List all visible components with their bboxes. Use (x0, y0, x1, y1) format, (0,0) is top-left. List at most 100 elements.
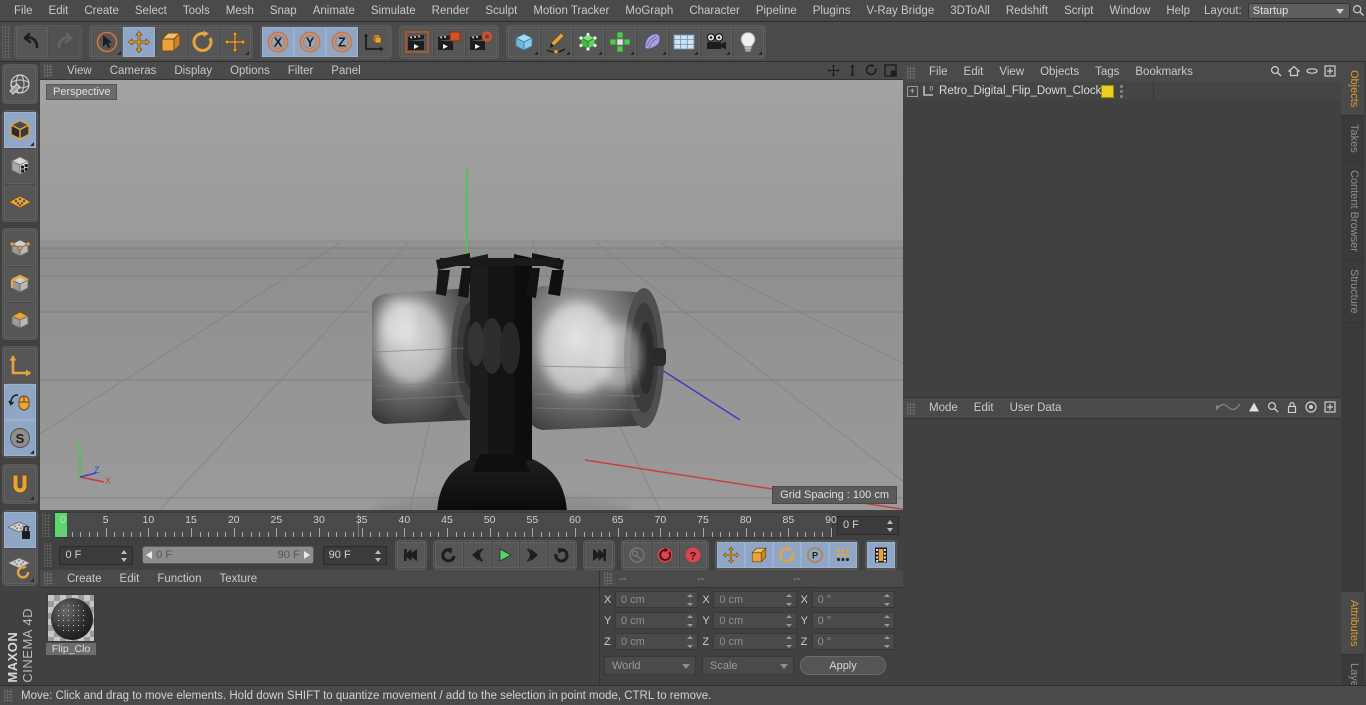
menu-item-motion-tracker[interactable]: Motion Tracker (525, 0, 617, 22)
wave-icon[interactable] (1215, 401, 1241, 416)
viewport-menu-filter[interactable]: Filter (279, 65, 323, 77)
lock-y-axis[interactable]: Y (294, 26, 326, 57)
attribute-content[interactable] (903, 418, 1341, 705)
next-frame-button[interactable] (519, 542, 547, 568)
menu-item-plugins[interactable]: Plugins (805, 0, 859, 22)
menu-item-3dtoall[interactable]: 3DToAll (942, 0, 998, 22)
range-right-arrow-icon[interactable] (303, 551, 310, 559)
material-menu-texture[interactable]: Texture (210, 573, 266, 585)
material-menu-function[interactable]: Function (148, 573, 210, 585)
layout-select[interactable]: Startup (1247, 2, 1351, 19)
viewport-menu-display[interactable]: Display (165, 65, 221, 77)
material-manager-grip[interactable] (44, 572, 53, 585)
previous-frame-button[interactable] (463, 542, 491, 568)
tab-takes[interactable]: Takes (1341, 116, 1364, 163)
tab-attributes[interactable]: Attributes (1341, 591, 1364, 655)
edges-mode-button[interactable] (4, 266, 36, 302)
add-deformer-button[interactable] (636, 26, 668, 57)
expand-icon[interactable]: + (907, 85, 918, 97)
menu-item-script[interactable]: Script (1056, 0, 1101, 22)
menu-item-simulate[interactable]: Simulate (363, 0, 424, 22)
redo-button[interactable] (48, 26, 80, 57)
spinner-icon[interactable] (883, 636, 891, 648)
viewport-menu-options[interactable]: Options (221, 65, 279, 77)
apply-button[interactable]: Apply (800, 656, 886, 675)
keyframe-selection-button[interactable]: ? (679, 542, 707, 568)
menu-item-snap[interactable]: Snap (262, 0, 305, 22)
search-icon[interactable] (1350, 0, 1366, 22)
menu-item-render[interactable]: Render (424, 0, 478, 22)
arrow-up-icon[interactable] (1248, 401, 1260, 416)
rotation-z-field[interactable]: 0 ° (811, 633, 895, 650)
size-x-field[interactable]: 0 cm (713, 591, 797, 608)
viewport-solo-button[interactable] (4, 384, 36, 420)
coordinate-mode-select[interactable]: Scale (702, 656, 794, 675)
spinner-icon[interactable] (375, 549, 382, 562)
maximize-icon[interactable] (883, 64, 897, 78)
world-object-coordinates[interactable] (358, 26, 390, 57)
material-menu-create[interactable]: Create (58, 573, 111, 585)
spinner-icon[interactable] (687, 615, 694, 627)
magnet-tool-button[interactable] (4, 466, 36, 502)
spinner-icon[interactable] (883, 615, 891, 627)
point-level-animation-button[interactable] (829, 542, 857, 568)
menu-item-create[interactable]: Create (76, 0, 127, 22)
make-editable-button[interactable] (4, 66, 36, 102)
menu-item-tools[interactable]: Tools (175, 0, 218, 22)
menu-item-animate[interactable]: Animate (305, 0, 363, 22)
viewport-menu-cameras[interactable]: Cameras (101, 65, 166, 77)
position-z-field[interactable]: 0 cm (615, 633, 699, 650)
autokeying-button[interactable] (651, 542, 679, 568)
timeline-button[interactable] (867, 542, 895, 568)
position-x-field[interactable]: 0 cm (615, 591, 699, 608)
menu-item-character[interactable]: Character (681, 0, 748, 22)
menu-item-window[interactable]: Window (1101, 0, 1158, 22)
lock-z-axis[interactable]: Z (326, 26, 358, 57)
spinner-icon[interactable] (687, 636, 694, 648)
add-spline-button[interactable] (540, 26, 572, 57)
playback-range-bar[interactable]: 0 F 90 F (142, 546, 314, 564)
rotation-y-field[interactable]: 0 ° (811, 612, 895, 629)
polygons-mode-button[interactable] (4, 302, 36, 338)
spinner-icon[interactable] (887, 519, 894, 532)
attribute-menu-mode[interactable]: Mode (921, 402, 966, 414)
plus-box-icon[interactable] (1324, 400, 1336, 416)
menu-item-vray-bridge[interactable]: V-Ray Bridge (858, 0, 942, 22)
texture-mode-button[interactable] (4, 148, 36, 184)
material-menu-edit[interactable]: Edit (111, 573, 149, 585)
spinner-icon[interactable] (883, 594, 891, 606)
play-button[interactable] (491, 542, 519, 568)
target-icon[interactable] (1305, 400, 1317, 416)
position-y-field[interactable]: 0 cm (615, 612, 699, 629)
live-selection-tool[interactable] (91, 26, 123, 57)
render-to-picture-viewer-button[interactable] (433, 26, 465, 57)
menu-item-pipeline[interactable]: Pipeline (748, 0, 805, 22)
menu-item-select[interactable]: Select (127, 0, 175, 22)
menu-item-mesh[interactable]: Mesh (218, 0, 262, 22)
enable-snapping-button[interactable]: S (4, 420, 36, 456)
move-duplicate-tool[interactable] (219, 26, 251, 57)
add-light-button[interactable] (732, 26, 764, 57)
position-key-button[interactable] (717, 542, 745, 568)
status-bar-grip[interactable] (4, 689, 13, 702)
object-menu-tags[interactable]: Tags (1087, 66, 1127, 78)
tab-structure[interactable]: Structure (1341, 260, 1364, 323)
workplane-mode-button[interactable] (4, 184, 36, 220)
add-camera-button[interactable] (700, 26, 732, 57)
spinner-icon[interactable] (121, 549, 128, 562)
undo-button[interactable] (16, 26, 48, 57)
lock-workplane-button[interactable] (4, 512, 36, 548)
add-environment-button[interactable] (668, 26, 700, 57)
rotation-key-button[interactable] (773, 542, 801, 568)
viewport-grip[interactable] (44, 64, 53, 77)
spinner-icon[interactable] (785, 594, 793, 606)
go-to-end-button[interactable] (585, 542, 613, 568)
render-settings-button[interactable] (465, 26, 497, 57)
viewport-menu-panel[interactable]: Panel (322, 65, 369, 77)
size-z-field[interactable]: 0 cm (713, 633, 797, 650)
timeline-ruler[interactable]: 0 5 10 15 20 25 30 35 40 45 50 55 60 65 70 75 80 85 90 (54, 512, 837, 538)
parameter-key-button[interactable]: P (801, 542, 829, 568)
lock-x-axis[interactable]: X (262, 26, 294, 57)
tag-dots-icon[interactable] (1120, 84, 1124, 98)
transport-grip[interactable] (44, 543, 53, 567)
